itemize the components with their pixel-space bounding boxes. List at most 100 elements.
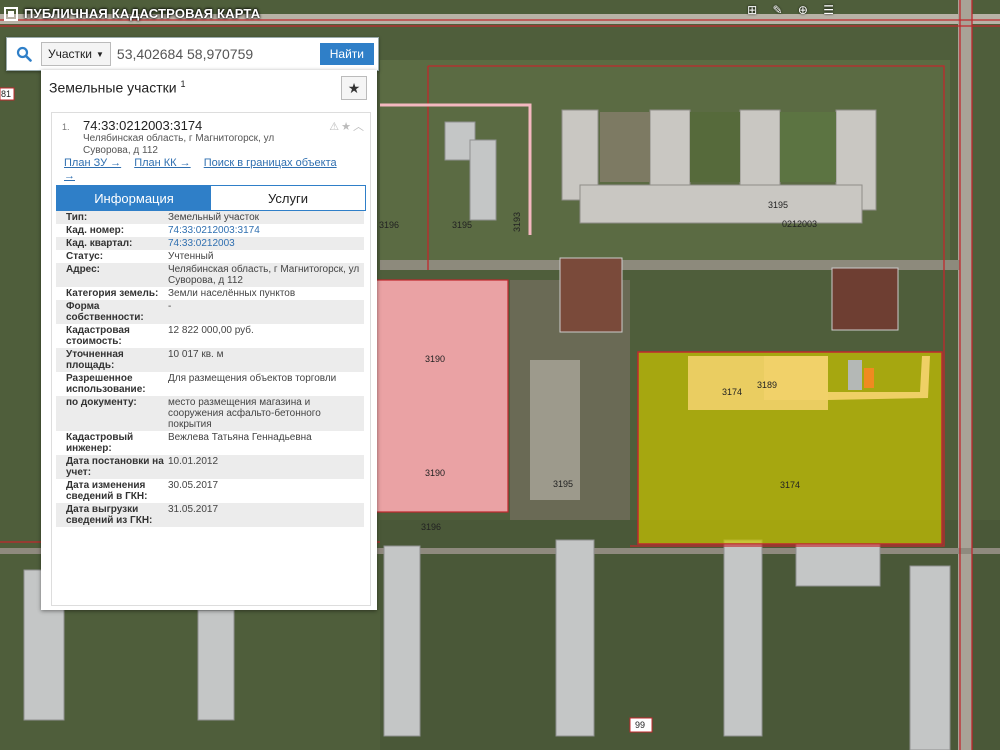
parcel-card: 1. 74:33:0212003:3174 Челябинская област…: [51, 112, 371, 606]
property-key: Кадастровый инженер:: [66, 432, 134, 454]
property-row: по документу: место размещения магазина и…: [56, 396, 364, 431]
search-bar: Участки ▼ Найти: [6, 37, 379, 71]
property-row: Разрешенное использование: Для размещения…: [56, 372, 364, 396]
parcel-small-orange: [864, 368, 874, 388]
property-value: Челябинская область, г Магнитогорск, ул …: [168, 264, 360, 286]
property-value: Для размещения объектов торговли: [168, 373, 337, 384]
property-value-link[interactable]: 74:33:0212003: [166, 237, 364, 250]
label-quarter: 0212003: [782, 219, 817, 229]
property-row: Адрес: Челябинская область, г Магнитогорс…: [56, 263, 364, 287]
item-title[interactable]: 74:33:0212003:3174: [83, 118, 202, 133]
search-input[interactable]: [110, 42, 320, 66]
property-value: Земельный участок: [168, 212, 260, 223]
warning-icon[interactable]: ⚠: [329, 121, 341, 133]
property-row: Дата постановки на учет: 10.01.2012: [56, 455, 364, 479]
label-3190: 3190: [425, 354, 445, 364]
card-header: 1. 74:33:0212003:3174 Челябинская област…: [52, 113, 370, 185]
courtyard: [690, 112, 740, 182]
star-icon[interactable]: ★: [341, 121, 353, 133]
property-key: Категория земель:: [66, 288, 159, 299]
card-links: План ЗУ → План КК → Поиск в границах объ…: [64, 157, 354, 183]
property-row: Кад. номер: 74:33:0212003:3174: [56, 224, 364, 237]
property-row: Категория земель: Земли населённых пункто…: [56, 287, 364, 300]
cadastre-logo-icon: [4, 6, 18, 21]
top-bar: ПУБЛИЧНАЯ КАДАСТРОВАЯ КАРТА ⊞ ✎ ⊕ ☰: [0, 0, 1000, 30]
property-key: Дата постановки на учет:: [66, 456, 164, 478]
chevron-up-icon[interactable]: ︿: [353, 121, 366, 133]
tab-information[interactable]: Информация: [57, 186, 211, 210]
property-value: 31.05.2017: [168, 504, 219, 515]
tabs: Информация Услуги: [56, 185, 366, 211]
property-key: Форма собственности:: [66, 301, 144, 323]
property-row: Кадастровая стоимость: 12 822 000,00 руб.: [56, 324, 364, 348]
property-value: Вежлева Татьяна Геннадьевна: [168, 432, 312, 443]
property-row: Дата выгрузки сведений из ГКН: 31.05.2017: [56, 503, 364, 527]
property-key: Дата выгрузки сведений из ГКН:: [66, 504, 153, 526]
item-address: Челябинская область, г Магнитогорск, ул …: [83, 133, 275, 156]
property-value-link[interactable]: 74:33:0212003:3174: [166, 224, 364, 237]
building: [848, 360, 862, 390]
property-row: Статус: Учтенный: [56, 250, 364, 263]
search-icon[interactable]: [7, 38, 41, 70]
property-key: Разрешенное использование:: [66, 373, 146, 395]
label-3196: 3196: [379, 220, 399, 230]
property-row: Уточненная площадь: 10 017 кв. м: [56, 348, 364, 372]
label-3193: 3193: [512, 212, 522, 232]
properties-table: Тип: Земельный участок Кад. номер: 74:33:02…: [56, 211, 364, 527]
property-value: 10.01.2012: [168, 456, 219, 467]
link-plan-kk[interactable]: План КК →: [134, 157, 190, 169]
property-key: Тип:: [66, 212, 88, 223]
property-value: Учтенный: [168, 251, 214, 262]
courtyard: [780, 112, 836, 182]
property-key: Адрес:: [66, 264, 100, 275]
property-row: Кад. квартал: 74:33:0212003: [56, 237, 364, 250]
property-row: Кадастровый инженер: Вежлева Татьяна Генн…: [56, 431, 364, 455]
property-value: место размещения магазина и сооружения а…: [168, 397, 321, 430]
courtyard: [600, 112, 650, 182]
label-3195: 3195: [452, 220, 472, 230]
property-key: Кадастровая стоимость:: [66, 325, 130, 347]
panel-title: Земельные участки 1: [49, 78, 186, 96]
label-3189: 3189: [757, 380, 777, 390]
brand[interactable]: ПУБЛИЧНАЯ КАДАСТРОВАЯ КАРТА: [4, 6, 260, 21]
property-key: Статус:: [66, 251, 104, 262]
building: [831, 267, 899, 331]
search-type-dropdown[interactable]: Участки ▼: [41, 42, 111, 66]
search-type-label: Участки: [48, 47, 92, 61]
property-value: -: [168, 301, 172, 312]
panel-header: Земельные участки 1 ★: [41, 70, 377, 104]
label-3195: 3195: [768, 200, 788, 210]
property-key: Уточненная площадь:: [66, 349, 124, 371]
label-81: 81: [1, 89, 11, 99]
label-3174: 3174: [780, 480, 800, 490]
property-key: Кад. квартал:: [66, 238, 133, 249]
card-tools[interactable]: ⚠★︿: [329, 118, 366, 134]
property-value: 30.05.2017: [168, 480, 219, 491]
tab-services[interactable]: Услуги: [211, 186, 365, 210]
app-title: ПУБЛИЧНАЯ КАДАСТРОВАЯ КАРТА: [24, 6, 261, 21]
chevron-down-icon: ▼: [96, 49, 104, 59]
info-panel: Земельные участки 1 ★ 1. 74:33:0212003:3…: [41, 70, 377, 610]
label-3196: 3196: [421, 522, 441, 532]
parcel-3189-part: [764, 356, 828, 400]
search-button[interactable]: Найти: [319, 43, 374, 65]
link-plan-zu[interactable]: План ЗУ →: [64, 157, 121, 169]
property-value: 12 822 000,00 руб.: [168, 325, 254, 336]
property-value: 10 017 кв. м: [168, 349, 224, 360]
label-3195: 3195: [553, 479, 573, 489]
property-key: по документу:: [66, 397, 137, 408]
property-row: Форма собственности: -: [56, 300, 364, 324]
label-99: 99: [635, 720, 645, 730]
property-key: Кад. номер:: [66, 225, 125, 236]
item-number: 1.: [62, 122, 70, 132]
map-vegetation: [380, 520, 1000, 750]
property-value: Земли населённых пунктов: [168, 288, 296, 299]
property-row: Тип: Земельный участок: [56, 211, 364, 224]
star-icon[interactable]: ★: [341, 76, 367, 100]
building: [559, 257, 623, 333]
property-row: Дата изменения сведений в ГКН: 30.05.2017: [56, 479, 364, 503]
label-3174: 3174: [722, 387, 742, 397]
label-3190: 3190: [425, 468, 445, 478]
property-key: Дата изменения сведений в ГКН:: [66, 480, 148, 502]
toolbar-icons[interactable]: ⊞ ✎ ⊕ ☰: [747, 3, 840, 17]
